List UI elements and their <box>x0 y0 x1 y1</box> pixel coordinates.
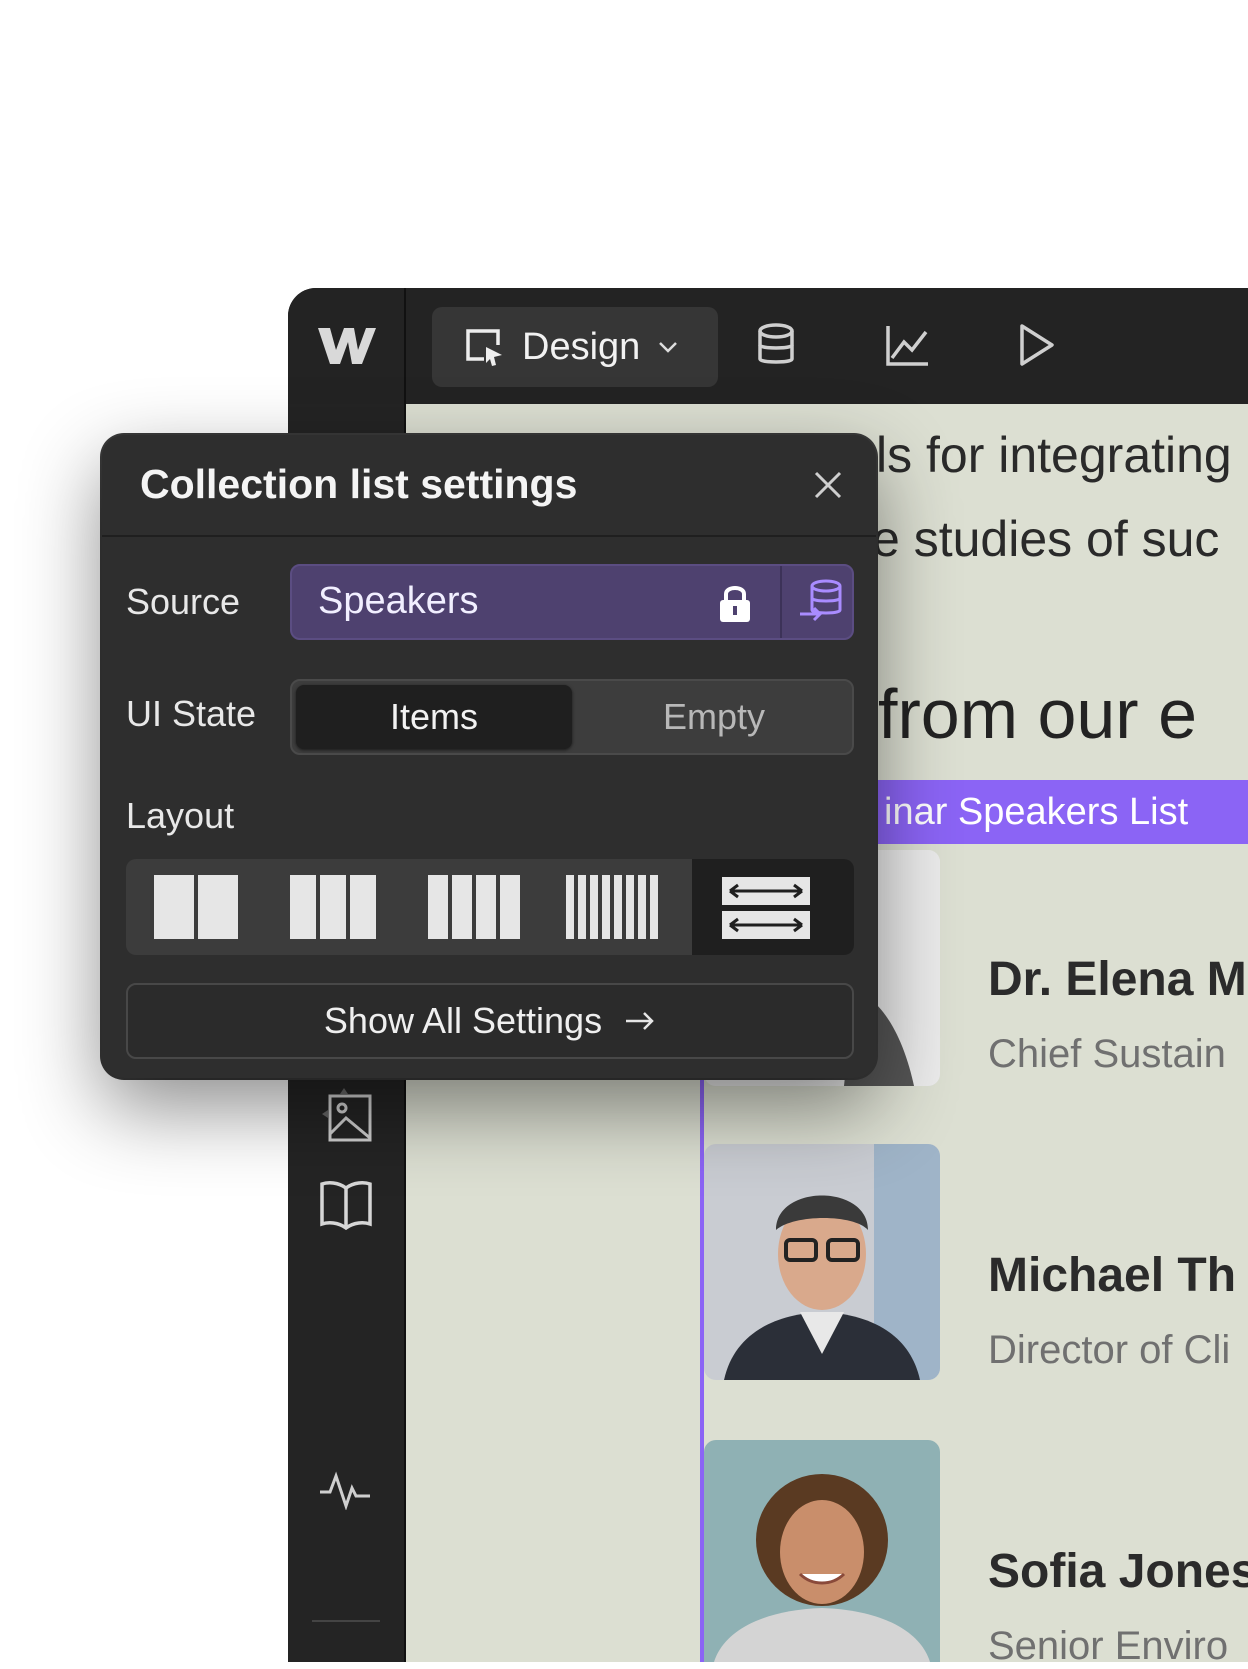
source-value: Speakers <box>318 580 479 622</box>
collection-list-tag[interactable]: inar Speakers List <box>876 780 1248 844</box>
source-separator <box>780 566 782 638</box>
collection-list-settings-panel: Collection list settings Source Speakers… <box>102 435 876 1078</box>
ui-state-empty-option[interactable]: Empty <box>578 685 850 749</box>
speaker-portrait-2 <box>704 1144 940 1380</box>
source-label: Source <box>126 581 241 622</box>
design-mode-dropdown[interactable]: Design <box>432 307 718 387</box>
image-icon[interactable] <box>318 1084 374 1144</box>
ui-state-items-option[interactable]: Items <box>296 685 572 749</box>
speaker-photo-2 <box>704 1144 940 1380</box>
show-all-settings-button[interactable]: Show All Settings <box>126 983 854 1059</box>
canvas-heading: from our e <box>878 675 1197 753</box>
cursor-select-icon <box>466 329 502 366</box>
top-toolbar: Design <box>288 288 1248 404</box>
mode-label: Design <box>522 325 641 368</box>
show-all-settings-label: Show All Settings <box>323 1000 603 1041</box>
chevron-down-icon <box>659 342 678 353</box>
layout-4-column-option[interactable] <box>406 859 546 955</box>
speaker-name: Sofia Jones <box>988 1545 1248 1598</box>
panel-divider <box>102 535 876 537</box>
database-link-icon[interactable] <box>798 578 846 626</box>
panel-title: Collection list settings <box>140 461 578 507</box>
speaker-title: Director of Cli <box>988 1328 1231 1372</box>
activity-icon[interactable] <box>318 1470 372 1510</box>
speaker-photo-3 <box>704 1440 940 1662</box>
list-layout-icon <box>722 877 810 939</box>
layout-label: Layout <box>126 795 235 836</box>
arrow-right-icon <box>626 1012 654 1030</box>
layout-list-option[interactable] <box>692 859 854 955</box>
ui-state-segmented-control: Items Empty <box>290 679 854 755</box>
lock-icon <box>720 586 750 622</box>
speaker-name: Michael Th <box>988 1249 1237 1302</box>
canvas-text-line-1: ls for integrating <box>876 427 1232 483</box>
layout-3-column-option[interactable] <box>266 859 406 955</box>
layout-6-column-option[interactable] <box>546 859 692 955</box>
play-icon[interactable] <box>1016 322 1056 368</box>
close-icon[interactable] <box>808 465 848 505</box>
canvas-text-line-2: e studies of suc <box>872 511 1220 567</box>
speaker-title: Senior Enviro <box>988 1624 1229 1668</box>
speaker-portrait-3 <box>704 1440 940 1662</box>
database-icon[interactable] <box>754 322 798 368</box>
layout-options <box>126 859 854 955</box>
sidebar-divider <box>312 1620 380 1622</box>
speaker-name: Dr. Elena M <box>988 953 1247 1006</box>
ui-state-label: UI State <box>126 693 257 734</box>
speaker-title: Chief Sustain <box>988 1032 1226 1076</box>
chart-icon[interactable] <box>884 322 930 368</box>
webflow-logo-icon <box>318 328 376 364</box>
logo-cell[interactable] <box>288 288 406 404</box>
source-field[interactable]: Speakers <box>290 564 854 640</box>
book-icon[interactable] <box>318 1178 374 1230</box>
layout-2-column-option[interactable] <box>126 859 266 955</box>
